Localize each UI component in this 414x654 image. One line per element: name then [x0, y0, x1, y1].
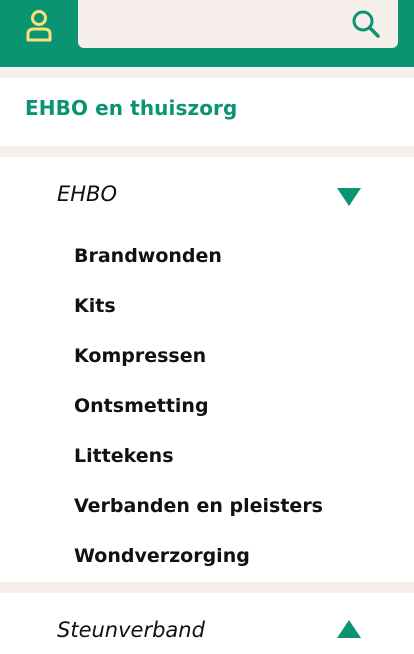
search-icon	[352, 10, 380, 38]
top-header	[0, 0, 414, 67]
divider	[0, 146, 414, 157]
list-item-verbanden-en-pleisters[interactable]: Verbanden en pleisters	[74, 486, 323, 536]
list-item-kits[interactable]: Kits	[74, 286, 323, 336]
section-steunverband-toggle[interactable]: Steunverband	[0, 606, 414, 654]
section-label: EHBO	[57, 182, 117, 206]
triangle-up-icon	[337, 620, 361, 638]
triangle-down-icon	[337, 188, 361, 206]
section-ehbo-toggle[interactable]: EHBO	[0, 170, 414, 218]
search-input[interactable]	[78, 0, 328, 48]
list-item-wondverzorging[interactable]: Wondverzorging	[74, 536, 323, 586]
list-item-kompressen[interactable]: Kompressen	[74, 336, 323, 386]
category-title: EHBO en thuiszorg	[25, 96, 238, 120]
ehbo-subcategory-list: Brandwonden Kits Kompressen Ontsmetting …	[74, 236, 323, 586]
divider	[0, 67, 414, 78]
list-item-ontsmetting[interactable]: Ontsmetting	[74, 386, 323, 436]
user-icon	[26, 10, 52, 42]
search-button[interactable]	[348, 6, 384, 42]
list-item-brandwonden[interactable]: Brandwonden	[74, 236, 323, 286]
list-item-littekens[interactable]: Littekens	[74, 436, 323, 486]
section-label: Steunverband	[57, 618, 205, 642]
divider	[0, 582, 414, 593]
account-button[interactable]	[16, 6, 62, 46]
search-bar	[78, 0, 398, 48]
